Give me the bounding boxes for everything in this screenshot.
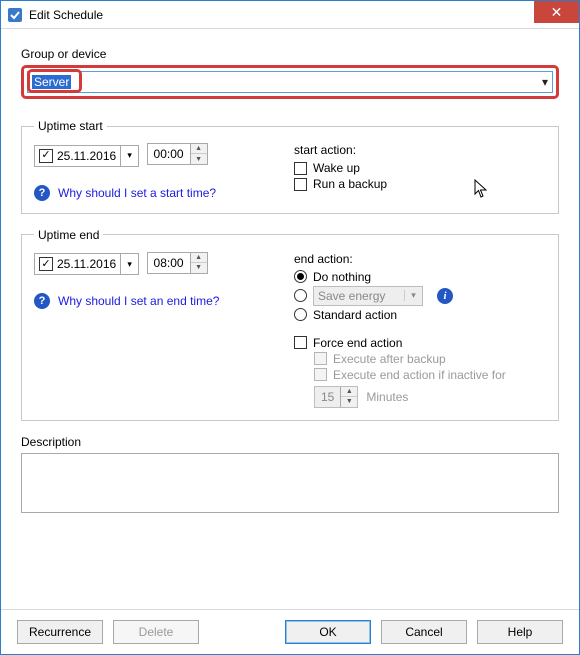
window-title: Edit Schedule <box>29 8 103 22</box>
run-backup-label: Run a backup <box>313 177 387 191</box>
force-end-checkbox[interactable]: Force end action <box>294 336 546 350</box>
close-button[interactable]: ✕ <box>534 1 579 23</box>
minutes-value: 15 <box>315 390 340 404</box>
save-energy-select[interactable]: Save energy ▾ <box>313 286 423 306</box>
step-down-icon[interactable]: ▼ <box>191 154 207 164</box>
checkbox-icon <box>314 368 327 381</box>
start-date-picker[interactable]: ✓ 25.11.2016 ▾ <box>34 145 139 167</box>
chevron-down-icon: ▾ <box>538 75 552 89</box>
chevron-down-icon[interactable]: ▾ <box>120 146 138 166</box>
standard-action-radio[interactable]: Standard action <box>294 308 546 322</box>
step-up-icon[interactable]: ▲ <box>191 144 207 154</box>
standard-action-label: Standard action <box>313 308 397 322</box>
checkbox-icon <box>294 162 307 175</box>
end-time-stepper[interactable]: ▲ ▼ <box>190 253 207 273</box>
checkbox-icon <box>314 352 327 365</box>
end-date-value: 25.11.2016 <box>57 257 120 271</box>
chevron-down-icon[interactable]: ▾ <box>120 254 138 274</box>
info-icon[interactable]: i <box>437 288 453 304</box>
wake-up-checkbox[interactable]: Wake up <box>294 161 546 175</box>
do-nothing-label: Do nothing <box>313 270 371 284</box>
chevron-down-icon: ▾ <box>404 290 422 301</box>
close-icon: ✕ <box>551 4 563 21</box>
group-device-select[interactable]: Server ▾ <box>27 71 553 93</box>
minutes-spin: ▲ ▼ <box>340 387 357 407</box>
start-date-value: 25.11.2016 <box>57 149 120 163</box>
start-time-picker[interactable]: 00:00 ▲ ▼ <box>147 143 208 165</box>
description-label: Description <box>21 435 559 449</box>
end-time-picker[interactable]: 08:00 ▲ ▼ <box>147 252 208 274</box>
app-icon <box>7 7 23 23</box>
exec-inactive-label: Execute end action if inactive for <box>333 368 506 382</box>
start-date-checkbox[interactable]: ✓ <box>39 149 53 163</box>
start-time-stepper[interactable]: ▲ ▼ <box>190 144 207 164</box>
save-energy-radio[interactable]: Save energy ▾ i <box>294 286 546 306</box>
radio-icon <box>294 270 307 283</box>
start-help-link[interactable]: ? Why should I set a start time? <box>34 185 294 201</box>
end-help-link[interactable]: ? Why should I set an end time? <box>34 293 294 309</box>
checkbox-icon <box>294 178 307 191</box>
titlebar: Edit Schedule ✕ <box>1 1 579 29</box>
step-down-icon: ▼ <box>341 397 357 407</box>
dialog-window: Edit Schedule ✕ Group or device Server ▾… <box>0 0 580 655</box>
end-help-text: Why should I set an end time? <box>58 294 219 308</box>
help-icon: ? <box>34 293 50 309</box>
recurrence-button[interactable]: Recurrence <box>17 620 103 644</box>
radio-icon <box>294 308 307 321</box>
dialog-content: Group or device Server ▾ Uptime start ✓ … <box>1 29 579 609</box>
description-textarea[interactable] <box>21 453 559 513</box>
checkbox-icon <box>294 336 307 349</box>
ok-button[interactable]: OK <box>285 620 371 644</box>
exec-after-backup-checkbox: Execute after backup <box>314 352 546 366</box>
step-down-icon[interactable]: ▼ <box>191 263 207 273</box>
force-end-label: Force end action <box>313 336 402 350</box>
delete-button: Delete <box>113 620 199 644</box>
help-button[interactable]: Help <box>477 620 563 644</box>
radio-icon <box>294 289 307 302</box>
do-nothing-radio[interactable]: Do nothing <box>294 270 546 284</box>
run-backup-checkbox[interactable]: Run a backup <box>294 177 546 191</box>
minutes-label: Minutes <box>366 390 408 404</box>
button-bar: Recurrence Delete OK Cancel Help <box>1 609 579 654</box>
group-device-value: Server <box>32 75 71 89</box>
cancel-button[interactable]: Cancel <box>381 620 467 644</box>
step-up-icon: ▲ <box>341 387 357 397</box>
uptime-start-legend: Uptime start <box>34 119 107 133</box>
minutes-row: 15 ▲ ▼ Minutes <box>314 386 546 408</box>
exec-inactive-checkbox: Execute end action if inactive for <box>314 368 546 382</box>
uptime-start-panel: Uptime start ✓ 25.11.2016 ▾ 00:00 ▲ ▼ <box>21 119 559 214</box>
save-energy-value: Save energy <box>318 289 385 303</box>
wake-up-label: Wake up <box>313 161 360 175</box>
minutes-stepper: 15 ▲ ▼ <box>314 386 358 408</box>
end-action-label: end action: <box>294 252 546 266</box>
help-icon: ? <box>34 185 50 201</box>
group-device-highlight: Server ▾ <box>21 65 559 99</box>
end-date-picker[interactable]: ✓ 25.11.2016 ▾ <box>34 253 139 275</box>
start-help-text: Why should I set a start time? <box>58 186 216 200</box>
end-time-value: 08:00 <box>148 256 190 270</box>
step-up-icon[interactable]: ▲ <box>191 253 207 263</box>
start-action-label: start action: <box>294 143 546 157</box>
uptime-end-panel: Uptime end ✓ 25.11.2016 ▾ 08:00 ▲ ▼ <box>21 228 559 421</box>
group-device-label: Group or device <box>21 47 559 61</box>
exec-after-backup-label: Execute after backup <box>333 352 446 366</box>
start-time-value: 00:00 <box>148 147 190 161</box>
end-date-checkbox[interactable]: ✓ <box>39 257 53 271</box>
uptime-end-legend: Uptime end <box>34 228 103 242</box>
